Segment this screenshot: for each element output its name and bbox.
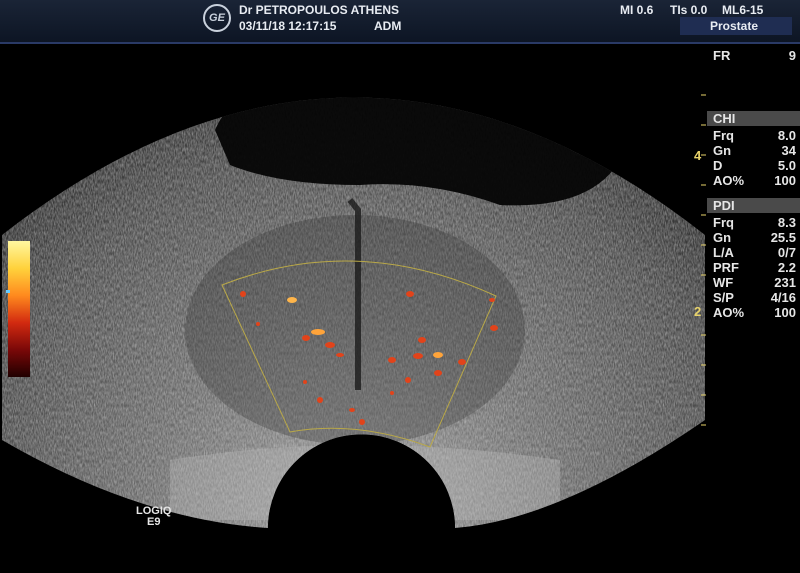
color-map-baseline	[6, 290, 10, 293]
param-pdi-sp: S/P 4/16	[713, 290, 796, 305]
device-model-line2: E9	[146, 516, 161, 528]
depth-marker-2: 2	[694, 304, 702, 319]
param-pdi-ao: AO% 100	[713, 305, 796, 320]
device-model: LOGIQ E9	[136, 506, 171, 528]
top-bar: GE Dr PETROPOULOS ATHENS 03/11/18 12:17:…	[0, 0, 800, 44]
ge-logo-icon: GE	[203, 4, 231, 32]
ultrasound-image	[2, 94, 706, 573]
param-pdi-frq: Frq 8.3	[713, 215, 796, 230]
param-pdi-gn: Gn 25.5	[713, 230, 796, 245]
operator-id: ADM	[374, 19, 402, 33]
exam-datetime: 03/11/18 12:17:15	[239, 19, 337, 33]
param-chi-d: D 5.0	[713, 158, 796, 173]
preset-label: Prostate	[680, 17, 792, 35]
mechanical-index: MI 0.6	[620, 3, 654, 17]
param-chi-ao: AO% 100	[713, 173, 796, 188]
clinic-name: Dr PETROPOULOS ATHENS	[239, 3, 400, 17]
param-chi-frq: Frq 8.0	[713, 128, 796, 143]
section-pdi: PDI	[707, 198, 800, 213]
parameter-panel: FR 9 CHI Frq 8.0 Gn 34 D 5.0 AO% 100 PDI Frq 8…	[707, 44, 800, 320]
param-chi-gn: Gn 34	[713, 143, 796, 158]
param-pdi-la: L/A 0/7	[713, 245, 796, 260]
param-pdi-wf: WF 231	[713, 275, 796, 290]
param-fr: FR 9	[713, 48, 796, 63]
color-map-bar	[8, 241, 30, 377]
thermal-index: TIs 0.0	[670, 3, 708, 17]
depth-marker-4: 4	[694, 148, 702, 163]
section-chi: CHI	[707, 111, 800, 126]
probe-name: ML6-15	[722, 3, 764, 17]
param-pdi-prf: PRF 2.2	[713, 260, 796, 275]
